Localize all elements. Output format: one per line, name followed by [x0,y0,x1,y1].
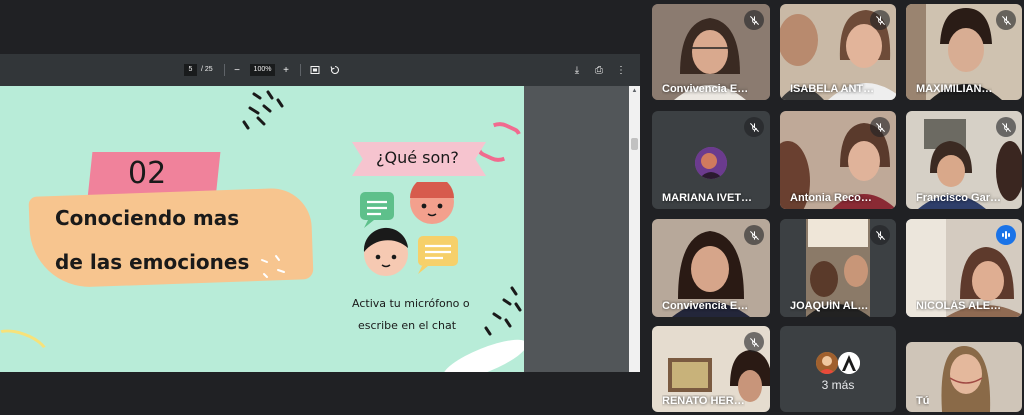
fit-page-button[interactable] [307,62,323,78]
slide-number: 02 [128,156,167,191]
brush-strokes-decoration [242,90,284,130]
participant-name: Convivencia E… [662,300,749,312]
page-number-input[interactable]: 5 [184,64,197,76]
participant-tile[interactable]: Convivencia E… [652,4,770,100]
participant-tile[interactable]: Antonia Reco… [780,111,896,209]
participant-name: ISABELA ANT… [790,83,875,95]
presentation-slide: 02 Conociendo mas de las emociones ¿Qué … [0,86,524,372]
avatar [838,352,860,374]
participant-name: Francisco Gar… [916,192,1001,204]
zoom-out-button[interactable]: − [229,62,245,78]
muted-mic-icon [870,225,890,245]
yellow-swirl-decoration [0,322,54,372]
page-total: / 25 [201,66,213,73]
participant-name: Convivencia E… [662,83,749,95]
self-view-tile[interactable]: Tú [906,342,1022,412]
participant-name: MARIANA IVET… [662,192,753,204]
speaking-indicator-icon [996,225,1016,245]
chat-people-illustration [360,182,458,276]
pdf-toolbar: 5 / 25 − 100% + ⤓ ⎙ ⋮ [0,54,640,86]
muted-mic-icon [870,117,890,137]
pdf-scrollbar[interactable]: ▲ [629,86,640,372]
participant-tile[interactable]: MAXIMILIAN… [906,4,1022,100]
brush-strokes-decoration [484,286,522,336]
print-button[interactable]: ⎙ [591,62,607,78]
sparkle-decoration [261,255,285,278]
participant-name: NICOLÁS ALE… [916,300,1002,312]
zoom-level-input[interactable]: 100% [250,64,275,76]
participant-name: Antonia Reco… [790,192,872,204]
fit-page-icon [310,66,320,74]
instruction-line1: Activa tu micrófono o [352,297,470,310]
muted-mic-icon [744,332,764,352]
instruction-line2: escribe en el chat [358,319,457,332]
participant-tile[interactable]: MARIANA IVET… [652,111,770,209]
more-participants-tile[interactable]: 3 más [780,326,896,412]
toolbar-divider [300,64,301,76]
participant-tile[interactable]: ISABELA ANT… [780,4,896,100]
download-button[interactable]: ⤓ [569,62,585,78]
participant-name: JOAQUÍN AL… [790,300,869,312]
muted-mic-icon [744,225,764,245]
scroll-thumb[interactable] [631,138,638,150]
muted-mic-icon [744,10,764,30]
zoom-in-button[interactable]: + [278,62,294,78]
muted-mic-icon [744,117,764,137]
more-options-button[interactable]: ⋮ [613,62,629,78]
rotate-button[interactable] [327,62,343,78]
muted-mic-icon [996,117,1016,137]
toolbar-divider [224,64,225,76]
participant-tile-active-speaker[interactable]: NICOLÁS ALE… [906,219,1022,317]
rotate-icon [330,65,340,74]
participant-tile[interactable]: Convivencia E… [652,219,770,317]
shared-screen: 5 / 25 − 100% + ⤓ ⎙ ⋮ 02 Conociendo mas … [0,54,640,372]
participant-tile[interactable]: RENATO HER… [652,326,770,412]
scroll-up-arrow-icon[interactable]: ▲ [629,86,640,96]
participant-tile[interactable]: Francisco Gar… [906,111,1022,209]
meeting-stage: 5 / 25 − 100% + ⤓ ⎙ ⋮ 02 Conociendo mas … [0,0,1024,415]
participant-name: RENATO HER… [662,395,745,407]
slide-title-line1: Conociendo mas [55,206,240,230]
participant-tile[interactable]: JOAQUÍN AL… [780,219,896,317]
self-name: Tú [916,395,930,407]
question-text: ¿Qué son? [376,148,459,167]
muted-mic-icon [870,10,890,30]
avatar [816,352,838,374]
muted-mic-icon [996,10,1016,30]
participant-name: MAXIMILIAN… [916,83,993,95]
slide-title-line2: de las emociones [55,250,250,274]
avatar [695,147,727,179]
more-participants-label: 3 más [821,378,855,392]
